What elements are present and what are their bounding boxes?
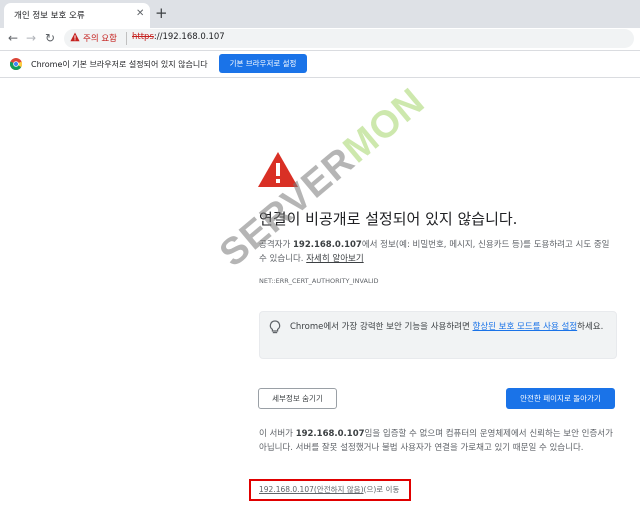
host-name: 192.168.0.107 (292, 240, 362, 250)
promo-text: Chrome에서 가장 강력한 보안 기능을 사용하려면 향상된 보호 모드를 … (290, 320, 610, 334)
omnibox-divider (126, 32, 127, 45)
promo-text-post: 하세요. (577, 322, 604, 332)
address-bar[interactable]: 주의 요함 https://192.168.0.107 (64, 29, 634, 48)
hide-details-button[interactable]: 세부정보 숨기기 (258, 388, 337, 409)
back-to-safety-button[interactable]: 안전한 페이지로 돌아가기 (506, 388, 615, 409)
learn-more-link[interactable]: 자세히 알아보기 (306, 254, 363, 264)
toolbar: ← → ↻ 주의 요함 https://192.168.0.107 (0, 28, 640, 50)
back-button[interactable]: ← (8, 31, 18, 45)
proceed-link-text[interactable]: 192.168.0.107(안전하지 않음) (259, 485, 364, 494)
enhanced-protection-promo: Chrome에서 가장 강력한 보안 기능을 사용하려면 향상된 보호 모드를 … (259, 311, 617, 359)
warning-icon (70, 32, 80, 42)
forward-button[interactable]: → (26, 31, 36, 45)
lightbulb-icon (269, 320, 281, 334)
url-scheme: https (132, 32, 154, 42)
watermark-part-2: MON (335, 80, 433, 172)
proceed-link-suffix: (으)로 이동 (363, 485, 400, 494)
tab-active[interactable]: 개인 정보 보호 오류 ✕ (4, 3, 150, 28)
close-icon[interactable]: ✕ (136, 8, 144, 20)
tab-strip: 개인 정보 보호 오류 ✕ + (0, 0, 640, 28)
details-text-pre: 이 서버가 (259, 429, 296, 439)
security-status[interactable]: 주의 요함 (83, 32, 117, 44)
promo-text-pre: Chrome에서 가장 강력한 보안 기능을 사용하려면 (290, 322, 473, 332)
error-description: 공격자가 192.168.0.107에서 정보(예: 비밀번호, 메시지, 신용… (259, 238, 619, 266)
enhanced-protection-link[interactable]: 향상된 보호 모드를 사용 설정 (473, 322, 578, 332)
chrome-icon (10, 58, 22, 70)
proceed-unsafe-link[interactable]: 192.168.0.107(안전하지 않음)(으)로 이동 (259, 484, 399, 495)
new-tab-button[interactable]: + (155, 5, 168, 21)
url-host: ://192.168.0.107 (153, 32, 225, 42)
reload-button[interactable]: ↻ (45, 31, 55, 45)
default-browser-infobar: Chrome이 기본 브라우저로 설정되어 있지 않습니다 기본 브라우저로 설… (0, 50, 640, 78)
url-text[interactable]: https://192.168.0.107 (132, 32, 225, 42)
infobar-message: Chrome이 기본 브라우저로 설정되어 있지 않습니다 (31, 60, 208, 69)
error-code: NET::ERR_CERT_AUTHORITY_INVALID (259, 277, 379, 285)
set-default-button[interactable]: 기본 브라우저로 설정 (219, 54, 307, 73)
tab-title: 개인 정보 보호 오류 (14, 11, 85, 21)
host-name: 192.168.0.107 (295, 429, 365, 439)
details-text: 이 서버가 192.168.0.107임을 입증할 수 없으며 컴퓨터의 운영체… (259, 427, 621, 455)
